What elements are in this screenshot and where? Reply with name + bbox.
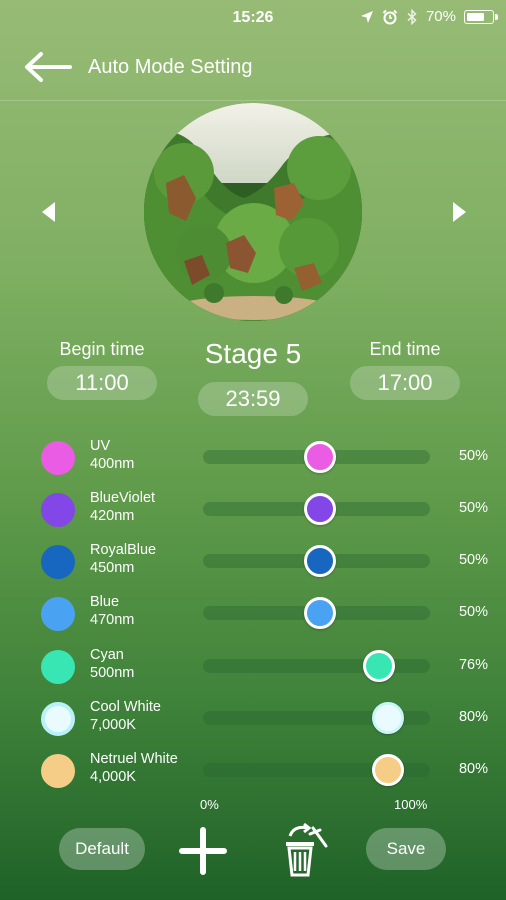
channel-row-blue: Blue 470nm 50% — [0, 593, 506, 641]
channel-wavelength: 500nm — [90, 665, 135, 681]
end-time-field[interactable]: 17:00 — [350, 366, 460, 400]
intensity-percent: 50% — [458, 604, 488, 620]
intensity-slider[interactable] — [203, 597, 430, 629]
channel-wavelength: 400nm — [90, 456, 135, 472]
nav-bar: Auto Mode Setting — [0, 34, 506, 101]
channel-row-netruel-white: Netruel White 4,000K 80% — [0, 750, 506, 798]
color-swatch — [41, 754, 75, 788]
channel-name: RoyalBlue — [90, 542, 157, 558]
slider-knob[interactable] — [362, 650, 395, 682]
color-swatch — [41, 650, 75, 684]
color-swatch — [41, 493, 75, 527]
previous-stage-button[interactable] — [37, 198, 61, 226]
intensity-slider[interactable] — [203, 650, 430, 682]
channel-row-uv: UV 400nm 50% — [0, 437, 506, 485]
channel-row-cyan: Cyan 500nm 76% — [0, 646, 506, 694]
triangle-right-icon — [453, 202, 466, 222]
channel-wavelength: 470nm — [90, 612, 135, 628]
color-swatch — [41, 597, 75, 631]
save-button[interactable]: Save — [366, 828, 446, 870]
intensity-percent: 76% — [458, 657, 488, 673]
battery-level — [467, 12, 484, 21]
channel-name: Blue — [90, 594, 120, 610]
triangle-left-icon — [42, 202, 55, 222]
channel-name: Netruel White — [90, 751, 178, 767]
channel-wavelength: 7,000K — [90, 717, 136, 733]
color-swatch — [41, 441, 75, 475]
channel-row-blueviolet: BlueViolet 420nm 50% — [0, 489, 506, 537]
slider-knob[interactable] — [303, 545, 336, 577]
channel-row-royalblue: RoyalBlue 450nm 50% — [0, 541, 506, 589]
alarm-icon — [382, 9, 398, 24]
color-swatch — [41, 702, 75, 736]
intensity-slider[interactable] — [203, 493, 430, 525]
aquascape-image — [144, 103, 362, 321]
intensity-slider[interactable] — [203, 754, 430, 786]
default-button[interactable]: Default — [59, 828, 145, 870]
stage-duration-field[interactable]: 23:59 — [198, 382, 308, 416]
status-icons: 70% — [360, 8, 498, 25]
plus-icon — [179, 827, 227, 875]
channel-row-cool-white: Cool White 7,000K 80% — [0, 698, 506, 746]
slider-knob[interactable] — [303, 597, 336, 629]
intensity-percent: 80% — [458, 761, 488, 777]
channel-name: UV — [90, 438, 111, 454]
location-icon — [360, 10, 373, 23]
channel-name: Cyan — [90, 647, 124, 663]
intensity-slider[interactable] — [203, 702, 430, 734]
intensity-slider[interactable] — [203, 545, 430, 577]
slider-knob[interactable] — [303, 493, 336, 525]
scale-max-label: 100% — [394, 797, 428, 812]
page-title: Auto Mode Setting — [88, 56, 253, 78]
channel-wavelength: 420nm — [90, 508, 135, 524]
add-button[interactable] — [178, 826, 228, 876]
trash-icon — [286, 822, 328, 877]
bluetooth-icon — [407, 8, 417, 25]
channel-name: Cool White — [90, 699, 161, 715]
scale-min-label: 0% — [200, 797, 219, 812]
channel-name: BlueViolet — [90, 490, 156, 506]
channel-wavelength: 450nm — [90, 560, 135, 576]
slider-knob[interactable] — [371, 754, 404, 786]
intensity-slider[interactable] — [203, 441, 430, 473]
intensity-percent: 50% — [458, 552, 488, 568]
end-time-label: End time — [369, 339, 441, 359]
slider-knob[interactable] — [371, 702, 404, 734]
slider-knob[interactable] — [303, 441, 336, 473]
channel-wavelength: 4,000K — [90, 769, 136, 785]
back-arrow-icon — [25, 52, 72, 82]
intensity-percent: 50% — [458, 500, 488, 516]
delete-button[interactable] — [280, 822, 332, 878]
status-bar: 15:26 70% — [0, 0, 506, 34]
next-stage-button[interactable] — [447, 198, 471, 226]
begin-time-field[interactable]: 11:00 — [47, 366, 157, 400]
battery-percent: 70% — [425, 8, 456, 25]
intensity-percent: 50% — [458, 448, 488, 464]
battery-icon — [464, 9, 498, 24]
color-swatch — [41, 545, 75, 579]
back-button[interactable] — [22, 50, 74, 84]
intensity-percent: 80% — [458, 709, 488, 725]
